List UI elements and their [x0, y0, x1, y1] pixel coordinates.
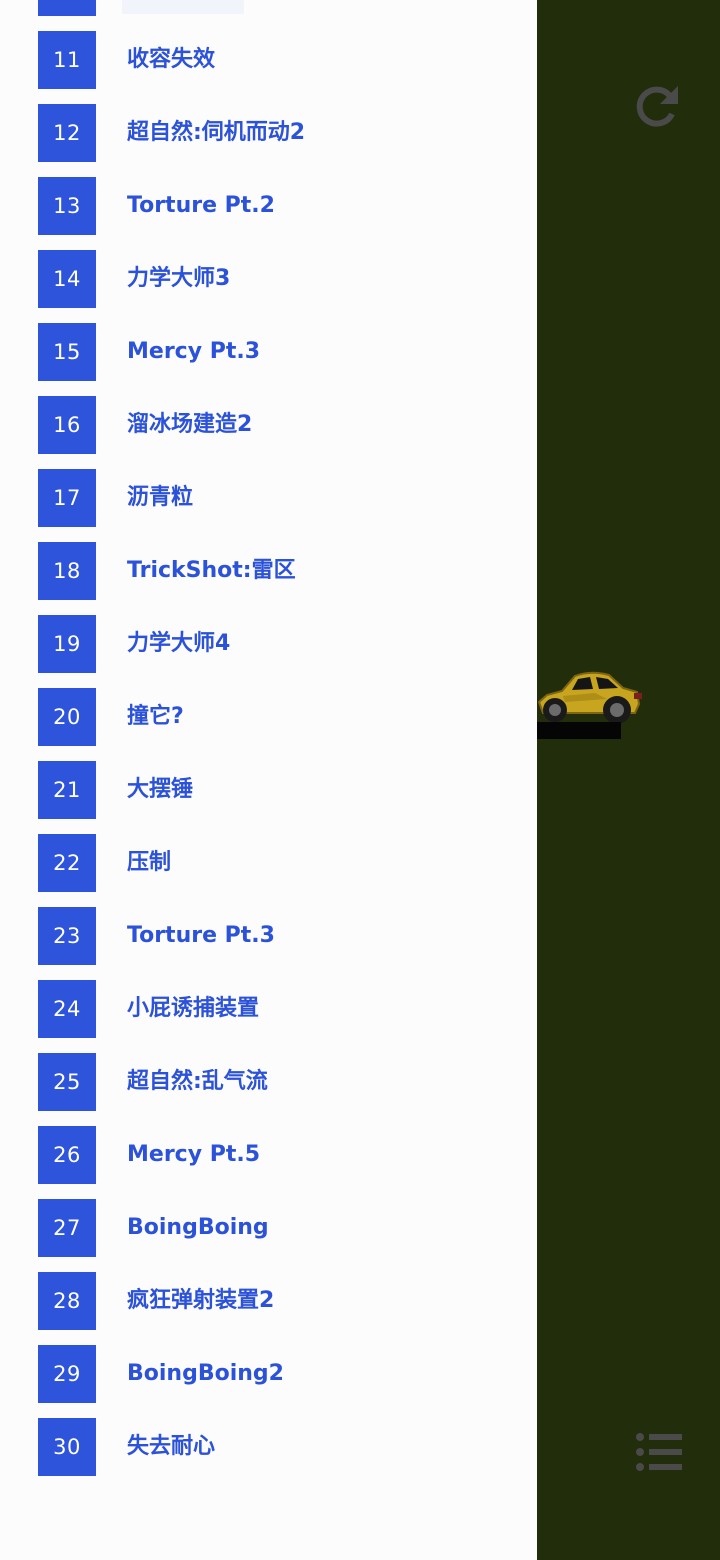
level-item-19[interactable]: 19 力学大师4: [0, 615, 537, 688]
level-item-16[interactable]: 16 溜冰场建造2: [0, 396, 537, 469]
level-name-partial: [122, 0, 244, 14]
level-name: 力学大师4: [127, 631, 231, 656]
ground-block: [537, 722, 621, 739]
level-number-badge: 26: [38, 1126, 96, 1184]
level-number-badge: 12: [38, 104, 96, 162]
level-item-21[interactable]: 21 大摆锤: [0, 761, 537, 834]
level-item-17[interactable]: 17 沥青粒: [0, 469, 537, 542]
level-number-badge: 25: [38, 1053, 96, 1111]
level-item-30[interactable]: 30 失去耐心: [0, 1418, 537, 1491]
level-number-partial: [38, 0, 96, 16]
level-name: 压制: [127, 850, 172, 875]
level-number-badge: 24: [38, 980, 96, 1038]
level-name: 力学大师3: [127, 266, 231, 291]
level-name: Mercy Pt.5: [127, 1142, 261, 1167]
game-viewport[interactable]: [537, 0, 720, 1560]
level-item-18[interactable]: 18 TrickShot:雷区: [0, 542, 537, 615]
level-number-badge: 30: [38, 1418, 96, 1476]
level-list: 11 收容失效 12 超自然:伺机而动2 13 Torture Pt.2 14 …: [0, 31, 537, 1491]
level-name: 疯狂弹射装置2: [127, 1288, 275, 1313]
level-item-12[interactable]: 12 超自然:伺机而动2: [0, 104, 537, 177]
level-number-badge: 21: [38, 761, 96, 819]
level-item-11[interactable]: 11 收容失效: [0, 31, 537, 104]
level-number-badge: 29: [38, 1345, 96, 1403]
level-name: 小屁诱捕装置: [127, 996, 260, 1021]
level-item-25[interactable]: 25 超自然:乱气流: [0, 1053, 537, 1126]
level-item-27[interactable]: 27 BoingBoing: [0, 1199, 537, 1272]
level-number-badge: 23: [38, 907, 96, 965]
level-name: 收容失效: [127, 47, 216, 72]
level-number-badge: 22: [38, 834, 96, 892]
level-number-badge: 17: [38, 469, 96, 527]
reload-icon: [632, 80, 682, 134]
level-item-26[interactable]: 26 Mercy Pt.5: [0, 1126, 537, 1199]
level-name: Torture Pt.2: [127, 193, 275, 218]
level-name: BoingBoing2: [127, 1361, 284, 1386]
list-menu-icon: [632, 1433, 686, 1478]
level-name: 沥青粒: [127, 485, 194, 510]
level-menu-button[interactable]: [632, 1430, 686, 1474]
level-item-13[interactable]: 13 Torture Pt.2: [0, 177, 537, 250]
level-item-20[interactable]: 20 撞它?: [0, 688, 537, 761]
level-item-15[interactable]: 15 Mercy Pt.3: [0, 323, 537, 396]
level-item-22[interactable]: 22 压制: [0, 834, 537, 907]
level-number-badge: 28: [38, 1272, 96, 1330]
level-name: 超自然:乱气流: [127, 1069, 268, 1094]
level-number-badge: 16: [38, 396, 96, 454]
level-number-badge: 11: [38, 31, 96, 89]
level-name: 失去耐心: [127, 1434, 216, 1459]
level-number-badge: 18: [38, 542, 96, 600]
level-number-badge: 14: [38, 250, 96, 308]
level-name: 溜冰场建造2: [127, 412, 253, 437]
level-name: Mercy Pt.3: [127, 339, 261, 364]
level-drawer: 11 收容失效 12 超自然:伺机而动2 13 Torture Pt.2 14 …: [0, 0, 537, 1560]
level-name: TrickShot:雷区: [127, 558, 296, 583]
level-item-28[interactable]: 28 疯狂弹射装置2: [0, 1272, 537, 1345]
level-item-14[interactable]: 14 力学大师3: [0, 250, 537, 323]
yellow-car: [533, 668, 643, 728]
level-name: Torture Pt.3: [127, 923, 275, 948]
level-number-badge: 15: [38, 323, 96, 381]
level-item-24[interactable]: 24 小屁诱捕装置: [0, 980, 537, 1053]
level-item-23[interactable]: 23 Torture Pt.3: [0, 907, 537, 980]
level-name: 撞它?: [127, 704, 184, 729]
level-name: 大摆锤: [127, 777, 194, 802]
level-name: BoingBoing: [127, 1215, 269, 1240]
level-number-badge: 19: [38, 615, 96, 673]
reload-button[interactable]: [632, 82, 682, 132]
level-number-badge: 20: [38, 688, 96, 746]
level-number-badge: 13: [38, 177, 96, 235]
level-number-badge: 27: [38, 1199, 96, 1257]
level-item-29[interactable]: 29 BoingBoing2: [0, 1345, 537, 1418]
level-name: 超自然:伺机而动2: [127, 120, 306, 145]
